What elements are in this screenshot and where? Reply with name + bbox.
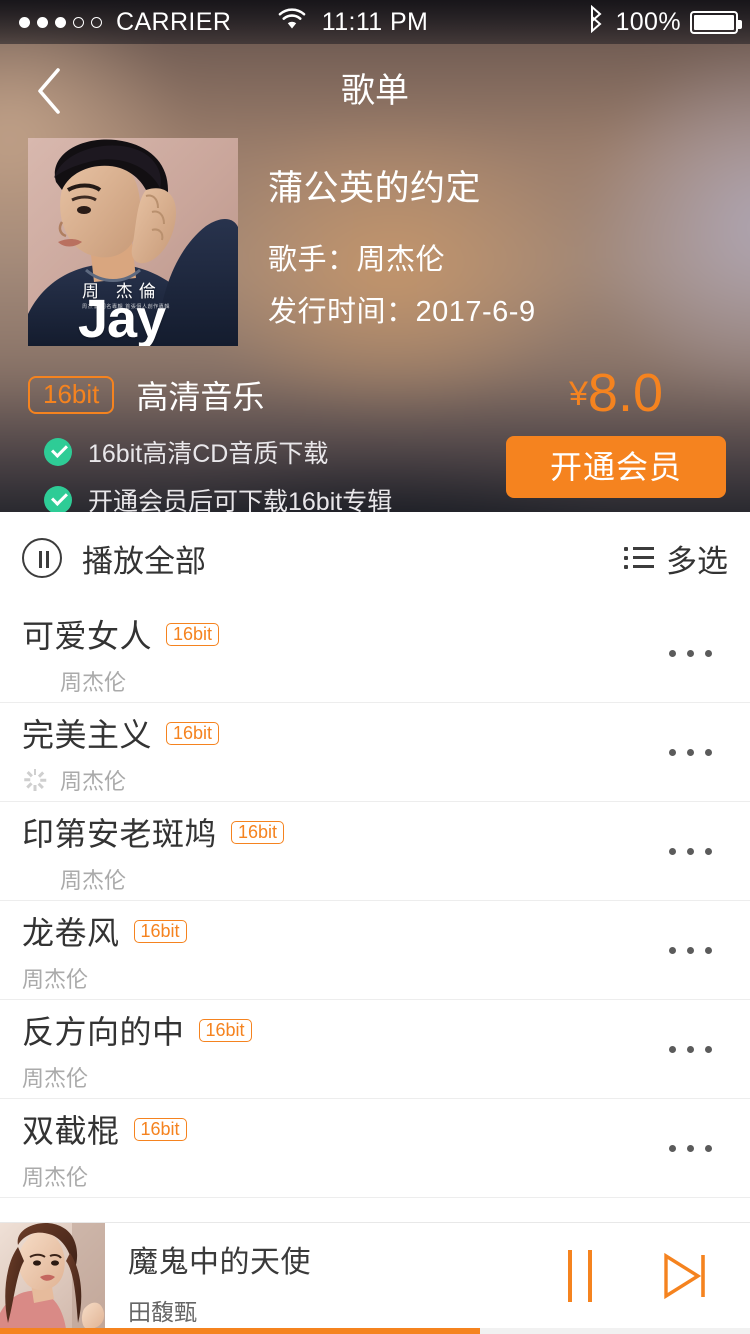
- price-label: ¥8.0: [506, 366, 726, 420]
- album-header: CARRIER 11:11 PM 100% 歌单 周 杰倫 周杰倫 同名專輯 首…: [0, 0, 750, 512]
- now-playing-title: 魔鬼中的天使: [128, 1246, 311, 1279]
- song-quality-tag: 16bit: [166, 721, 220, 745]
- pause-circle-icon: [22, 538, 62, 578]
- song-artist: 周杰伦: [60, 670, 127, 695]
- currency-symbol: ¥: [569, 375, 588, 413]
- album-title: 蒲公英的约定: [268, 169, 482, 208]
- song-row[interactable]: 反方向的中 16bit 周杰伦: [0, 1000, 750, 1099]
- multi-select-label: 多选: [666, 543, 728, 579]
- song-row[interactable]: 双截棍 16bit 周杰伦: [0, 1099, 750, 1198]
- mini-player: 魔鬼中的天使 田馥甄: [0, 1222, 750, 1334]
- quality-section: 16bit 高清音乐 16bit高清CD音质下载 开通会员后可下载16bit专辑: [28, 372, 508, 512]
- song-title: 完美主义: [22, 717, 153, 753]
- check-circle-orange-icon: [22, 668, 48, 694]
- album-release-date: 发行时间：2017-6-9: [268, 296, 536, 328]
- purchase-section: ¥8.0 开通会员: [506, 366, 726, 498]
- navigation-bar: 歌单: [0, 44, 750, 130]
- play-all-bar: 播放全部 多选: [0, 512, 750, 604]
- more-dots-icon[interactable]: [652, 802, 728, 900]
- more-dots-icon[interactable]: [652, 703, 728, 801]
- song-quality-tag: 16bit: [133, 1117, 187, 1141]
- more-dots-icon[interactable]: [652, 604, 728, 702]
- next-track-icon[interactable]: [658, 1250, 710, 1302]
- song-artist: 周杰伦: [60, 868, 127, 893]
- song-title: 双截棍: [22, 1113, 120, 1149]
- player-controls: [562, 1223, 710, 1329]
- song-row[interactable]: 可爱女人 16bit 周杰伦: [0, 604, 750, 703]
- quality-feature-row: 16bit高清CD音质下载: [28, 434, 508, 470]
- now-playing-artwork[interactable]: [0, 1223, 105, 1329]
- quality-badge: 16bit: [28, 376, 115, 414]
- song-quality-tag: 16bit: [198, 1018, 252, 1042]
- song-title: 可爱女人: [22, 618, 153, 654]
- more-dots-icon[interactable]: [652, 1099, 728, 1197]
- quality-feature-row: 开通会员后可下载16bit专辑: [28, 482, 508, 512]
- song-row[interactable]: 印第安老斑鸠 16bit 周杰伦: [0, 802, 750, 901]
- play-all-button[interactable]: 播放全部: [22, 536, 206, 581]
- song-list[interactable]: 可爱女人 16bit 周杰伦 完美主义 16bit 周杰伦 印第安老斑鸠 16b…: [0, 604, 750, 1222]
- pause-icon[interactable]: [562, 1250, 602, 1302]
- quality-name: 高清音乐: [136, 379, 265, 415]
- song-row[interactable]: 龙卷风 16bit 周杰伦: [0, 901, 750, 1000]
- album-cover[interactable]: 周 杰倫 周杰倫 同名專輯 首張個人創作專輯 Jay: [28, 138, 238, 346]
- more-dots-icon[interactable]: [652, 901, 728, 999]
- song-quality-tag: 16bit: [231, 820, 285, 844]
- check-circle-icon: [44, 438, 72, 466]
- song-quality-tag: 16bit: [133, 919, 187, 943]
- song-artist: 周杰伦: [22, 967, 89, 992]
- list-icon: [624, 546, 654, 570]
- song-title: 龙卷风: [22, 915, 120, 951]
- more-dots-icon[interactable]: [652, 1000, 728, 1098]
- album-artist: 歌手：周杰伦: [268, 244, 446, 276]
- page-title: 歌单: [341, 71, 409, 110]
- quality-feature-text: 16bit高清CD音质下载: [88, 440, 329, 468]
- now-playing-artist: 田馥甄: [128, 1299, 197, 1325]
- multi-select-button[interactable]: 多选: [624, 536, 728, 581]
- song-artist: 周杰伦: [22, 1165, 89, 1190]
- album-info-block: 周 杰倫 周杰倫 同名專輯 首張個人創作專輯 Jay 蒲公英的约定 歌手：周杰伦…: [0, 138, 750, 358]
- now-playing-text: 魔鬼中的天使 田馥甄: [128, 1237, 311, 1327]
- quality-feature-text: 开通会员后可下载16bit专辑: [88, 488, 393, 512]
- song-title: 反方向的中: [22, 1014, 185, 1050]
- song-artist: 周杰伦: [60, 769, 127, 794]
- song-row[interactable]: 完美主义 16bit 周杰伦: [0, 703, 750, 802]
- check-circle-icon: [44, 486, 72, 512]
- open-vip-button[interactable]: 开通会员: [506, 436, 726, 498]
- play-all-label: 播放全部: [82, 543, 206, 579]
- album-meta: 蒲公英的约定 歌手：周杰伦 发行时间：2017-6-9: [268, 160, 728, 340]
- song-title: 印第安老斑鸠: [22, 816, 218, 852]
- battery-icon: [690, 10, 742, 34]
- price-value: 8.0: [587, 363, 663, 423]
- cover-latin-title: Jay: [78, 289, 166, 346]
- song-quality-tag: 16bit: [166, 622, 220, 646]
- song-artist: 周杰伦: [22, 1066, 89, 1091]
- check-circle-orange-icon: [22, 866, 48, 892]
- spinner-icon: [22, 767, 48, 793]
- progress-bar[interactable]: [0, 1328, 750, 1334]
- bluetooth-icon: [586, 4, 606, 40]
- progress-bar-fill: [0, 1328, 480, 1334]
- battery-percent-label: 100%: [615, 7, 681, 36]
- status-bar: CARRIER 11:11 PM 100%: [0, 0, 750, 44]
